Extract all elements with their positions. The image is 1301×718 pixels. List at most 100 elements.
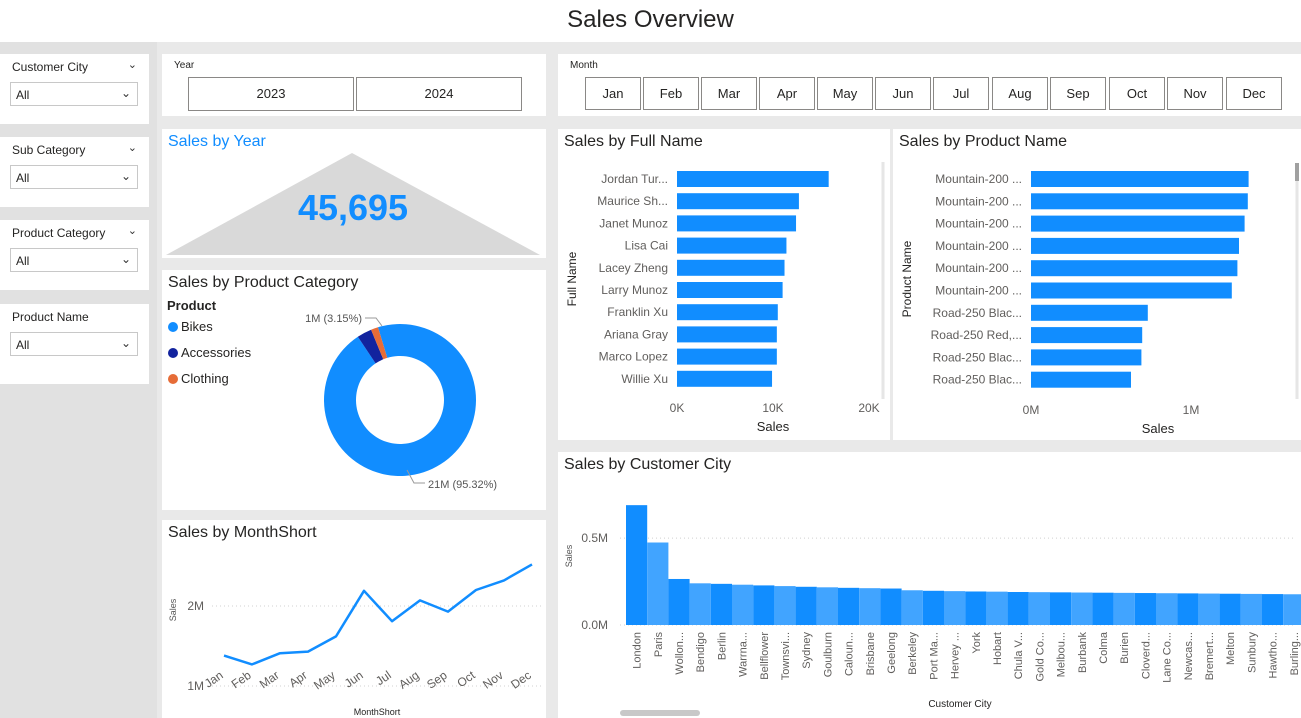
bar[interactable] xyxy=(1031,260,1238,277)
sales-by-year-card[interactable]: Sales by Year 45,695 xyxy=(162,129,546,258)
x-tick-label: Bendigo xyxy=(695,632,707,672)
month-nov-button[interactable]: Nov xyxy=(1167,77,1223,110)
month-apr-button[interactable]: Apr xyxy=(759,77,815,110)
month-sep-button[interactable]: Sep xyxy=(1050,77,1106,110)
customer-city-dropdown[interactable]: All ⌄ xyxy=(10,82,138,106)
city-column[interactable] xyxy=(1113,592,1135,625)
bar[interactable] xyxy=(677,326,777,343)
city-column[interactable] xyxy=(668,578,690,625)
month-may-button[interactable]: May xyxy=(817,77,873,110)
sales-by-monthshort-chart[interactable]: Sales by MonthShort Sales MonthShort 1M 2… xyxy=(162,520,546,718)
x-tick-label: 10K xyxy=(762,401,783,415)
x-tick-label: Jun xyxy=(342,668,366,691)
legend-entry-clothing[interactable]: Clothing xyxy=(181,371,229,386)
city-column[interactable] xyxy=(626,505,648,625)
city-column[interactable] xyxy=(795,586,817,625)
bar[interactable] xyxy=(677,193,799,210)
y-axis-title: Sales xyxy=(168,598,178,621)
bar[interactable] xyxy=(677,215,797,232)
y-tick-label: Lacey Zheng xyxy=(599,261,668,275)
city-column[interactable] xyxy=(944,591,966,625)
year-2024-button[interactable]: 2024 xyxy=(356,77,522,111)
city-column[interactable] xyxy=(880,588,902,625)
y-tick-label: 0.5M xyxy=(581,531,608,545)
city-column[interactable] xyxy=(1283,594,1301,625)
x-tick-label: Hervey ... xyxy=(950,632,962,679)
y-tick-label: Lisa Cai xyxy=(625,239,668,253)
legend-marker-accessories xyxy=(168,348,178,358)
donut-slice-bikes[interactable] xyxy=(324,324,476,476)
y-tick-label: Road-250 Red,... xyxy=(931,328,1022,342)
city-column[interactable] xyxy=(647,542,669,626)
legend-entry-bikes[interactable]: Bikes xyxy=(181,319,213,334)
city-column[interactable] xyxy=(1262,594,1284,625)
bar[interactable] xyxy=(1031,327,1143,344)
city-column[interactable] xyxy=(859,588,881,625)
horizontal-scrollbar-thumb[interactable] xyxy=(620,710,700,716)
month-jul-button[interactable]: Jul xyxy=(933,77,989,110)
city-column[interactable] xyxy=(774,586,796,625)
city-column[interactable] xyxy=(1007,592,1029,625)
bar[interactable] xyxy=(1031,237,1239,254)
bar[interactable] xyxy=(1031,171,1249,187)
city-column[interactable] xyxy=(986,591,1008,625)
chevron-down-icon[interactable]: ⌄ xyxy=(128,141,137,154)
city-column[interactable] xyxy=(1198,593,1220,625)
bar[interactable] xyxy=(1031,282,1232,299)
x-axis-title: Customer City xyxy=(928,699,991,710)
month-dec-button[interactable]: Dec xyxy=(1226,77,1282,110)
sales-by-customer-city-chart[interactable]: Sales by Customer City Sales Customer Ci… xyxy=(558,452,1301,718)
city-column[interactable] xyxy=(1050,592,1072,625)
chevron-down-icon[interactable]: ⌄ xyxy=(128,224,137,237)
bar[interactable] xyxy=(1031,193,1248,210)
bar[interactable] xyxy=(677,171,829,187)
city-column[interactable] xyxy=(965,591,987,625)
bar[interactable] xyxy=(677,370,773,387)
city-column[interactable] xyxy=(816,587,838,625)
bar[interactable] xyxy=(677,237,787,254)
product-name-dropdown[interactable]: All ⌄ xyxy=(10,332,138,356)
y-tick-label: 0.0M xyxy=(581,618,608,632)
sales-by-product-name-chart[interactable]: Sales by Product Name Product Name Sales… xyxy=(893,129,1301,440)
city-column[interactable] xyxy=(732,584,754,625)
month-mar-button[interactable]: Mar xyxy=(701,77,757,110)
city-column[interactable] xyxy=(1071,592,1093,625)
city-column[interactable] xyxy=(689,583,711,625)
month-aug-button[interactable]: Aug xyxy=(992,77,1048,110)
sales-by-product-category-chart[interactable]: Sales by Product Category Product Bikes … xyxy=(162,270,546,510)
city-column[interactable] xyxy=(1240,593,1262,625)
bar[interactable] xyxy=(677,282,783,298)
month-jun-button[interactable]: Jun xyxy=(875,77,931,110)
city-column[interactable] xyxy=(1028,592,1050,625)
city-column[interactable] xyxy=(1134,593,1156,625)
city-column[interactable] xyxy=(753,585,775,625)
city-column[interactable] xyxy=(1177,593,1199,625)
bar[interactable] xyxy=(677,259,785,276)
bar[interactable] xyxy=(1031,304,1148,321)
chevron-down-icon[interactable]: ⌄ xyxy=(128,58,137,71)
product-category-dropdown[interactable]: All ⌄ xyxy=(10,248,138,272)
filter-sidebar: Customer City ⌄ All ⌄ Sub Category ⌄ All… xyxy=(0,42,157,718)
city-column[interactable] xyxy=(710,583,732,625)
city-column[interactable] xyxy=(922,590,944,625)
bar[interactable] xyxy=(1031,371,1131,388)
city-column[interactable] xyxy=(1092,592,1114,625)
city-column[interactable] xyxy=(1156,593,1178,625)
month-oct-button[interactable]: Oct xyxy=(1109,77,1165,110)
x-tick-label: Bremert... xyxy=(1204,632,1216,680)
series-line[interactable] xyxy=(223,563,533,666)
legend-entry-accessories[interactable]: Accessories xyxy=(181,345,252,360)
month-feb-button[interactable]: Feb xyxy=(643,77,699,110)
city-column[interactable] xyxy=(901,590,923,625)
city-column[interactable] xyxy=(1219,593,1241,625)
bar[interactable] xyxy=(677,304,778,321)
year-2023-button[interactable]: 2023 xyxy=(188,77,354,111)
bar[interactable] xyxy=(677,348,777,365)
bar[interactable] xyxy=(1031,215,1245,232)
month-jan-button[interactable]: Jan xyxy=(585,77,641,110)
sales-by-full-name-chart[interactable]: Sales by Full Name Full Name Sales Jorda… xyxy=(558,129,890,440)
sub-category-dropdown[interactable]: All ⌄ xyxy=(10,165,138,189)
city-column[interactable] xyxy=(838,587,860,625)
x-tick-label: Sydney xyxy=(801,632,813,669)
bar[interactable] xyxy=(1031,349,1142,366)
